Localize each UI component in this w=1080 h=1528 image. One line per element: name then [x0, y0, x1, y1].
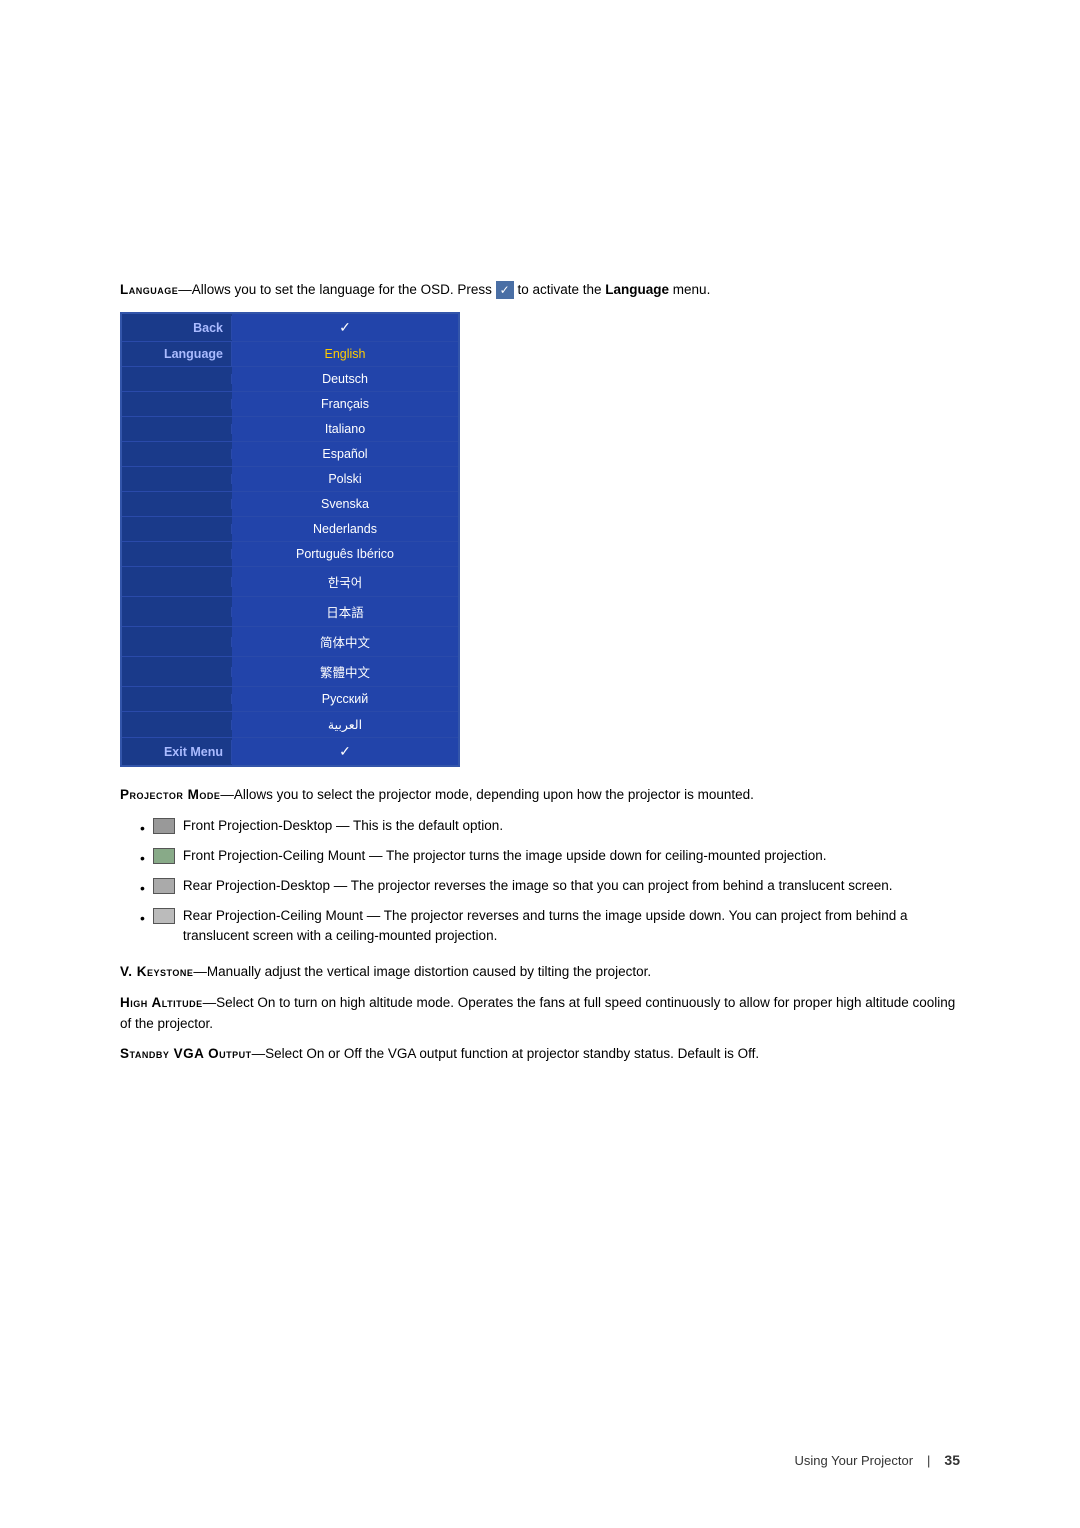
menu-language-korean: 한국어 — [232, 567, 458, 596]
menu-row-svenska[interactable]: Svenska — [122, 492, 458, 517]
language-intro-paragraph: Language—Allows you to set the language … — [120, 280, 960, 300]
bullet-text-3: Rear Projection-Desktop — The projector … — [183, 876, 893, 896]
projector-mode-bullets: • Front Projection-Desktop — This is the… — [140, 816, 960, 947]
menu-language-empty-9 — [122, 577, 232, 587]
menu-row-nederlands[interactable]: Nederlands — [122, 517, 458, 542]
menu-row-russian[interactable]: Русский — [122, 687, 458, 712]
menu-language-empty-10 — [122, 607, 232, 617]
menu-language-arabic: العربية — [232, 712, 458, 737]
high-altitude-section: High Altitude—Select On to turn on high … — [120, 993, 960, 1035]
bullet-dot-2: • — [140, 848, 145, 869]
menu-language-empty-7 — [122, 524, 232, 534]
menu-row-espanol[interactable]: Español — [122, 442, 458, 467]
menu-back-label: Back — [122, 316, 232, 340]
v-keystone-description: —Manually adjust the vertical image dist… — [193, 964, 651, 979]
menu-language-english: English — [232, 342, 458, 366]
bullet-text-1: Front Projection-Desktop — This is the d… — [183, 816, 503, 836]
menu-language-francais: Français — [232, 392, 458, 416]
menu-row-korean[interactable]: 한국어 — [122, 567, 458, 597]
menu-language-italiano: Italiano — [232, 417, 458, 441]
menu-language-simplified-chinese: 简体中文 — [232, 627, 458, 656]
language-intro-text2: to activate the Language menu. — [517, 282, 710, 297]
menu-language-empty-1 — [122, 374, 232, 384]
menu-language-empty-8 — [122, 549, 232, 559]
standby-vga-description: —Select On or Off the VGA output functio… — [252, 1046, 760, 1061]
menu-language-empty-6 — [122, 499, 232, 509]
menu-language-polski: Polski — [232, 467, 458, 491]
language-link-bold: Language — [605, 282, 669, 297]
front-desk-icon — [153, 818, 175, 834]
menu-row-traditional-chinese[interactable]: 繁體中文 — [122, 657, 458, 687]
menu-language-empty-3 — [122, 424, 232, 434]
high-altitude-label: High Altitude — [120, 995, 203, 1010]
list-item: • Rear Projection-Desktop — The projecto… — [140, 876, 960, 899]
standby-vga-section: Standby VGA Output—Select On or Off the … — [120, 1044, 960, 1065]
footer-separator: | — [927, 1453, 930, 1468]
menu-row-japanese[interactable]: 日本語 — [122, 597, 458, 627]
menu-exit-value: ✓ — [232, 738, 458, 765]
menu-row-exit[interactable]: Exit Menu ✓ — [122, 738, 458, 765]
high-altitude-description: —Select On to turn on high altitude mode… — [120, 995, 955, 1031]
menu-language-traditional-chinese: 繁體中文 — [232, 657, 458, 686]
menu-language-portugues: Português Ibérico — [232, 542, 458, 566]
menu-language-empty-2 — [122, 399, 232, 409]
menu-language-nederlands: Nederlands — [232, 517, 458, 541]
projector-mode-label: Projector Mode — [120, 787, 220, 802]
menu-language-label: Language — [122, 342, 232, 366]
bullet-text-4: Rear Projection-Ceiling Mount — The proj… — [183, 906, 960, 947]
projector-mode-description: —Allows you to select the projector mode… — [220, 787, 754, 802]
menu-row-back[interactable]: Back ✓ — [122, 314, 458, 342]
standby-vga-label: Standby VGA Output — [120, 1046, 252, 1061]
menu-language-deutsch: Deutsch — [232, 367, 458, 391]
menu-row-simplified-chinese[interactable]: 简体中文 — [122, 627, 458, 657]
footer-page-number: 35 — [944, 1452, 960, 1468]
bullet-dot-4: • — [140, 908, 145, 929]
menu-row-portugues[interactable]: Português Ibérico — [122, 542, 458, 567]
menu-language-svenska: Svenska — [232, 492, 458, 516]
footer: Using Your Projector | 35 — [795, 1452, 960, 1468]
v-keystone-label: V. Keystone — [120, 964, 193, 979]
menu-exit-label: Exit Menu — [122, 740, 232, 764]
menu-row-francais[interactable]: Français — [122, 392, 458, 417]
menu-language-empty-14 — [122, 720, 232, 730]
menu-language-empty-11 — [122, 637, 232, 647]
menu-row-polski[interactable]: Polski — [122, 467, 458, 492]
osd-language-menu: Back ✓ Language English Deutsch Français… — [120, 312, 460, 767]
rear-desk-icon — [153, 878, 175, 894]
menu-row-language-english[interactable]: Language English — [122, 342, 458, 367]
rear-ceil-icon — [153, 908, 175, 924]
list-item: • Rear Projection-Ceiling Mount — The pr… — [140, 906, 960, 947]
front-ceil-icon — [153, 848, 175, 864]
page-container: Language—Allows you to set the language … — [0, 0, 1080, 1528]
menu-language-russian: Русский — [232, 687, 458, 711]
projector-mode-section: Projector Mode—Allows you to select the … — [120, 785, 960, 806]
menu-back-value: ✓ — [232, 314, 458, 341]
menu-row-arabic[interactable]: العربية — [122, 712, 458, 738]
menu-row-deutsch[interactable]: Deutsch — [122, 367, 458, 392]
list-item: • Front Projection-Ceiling Mount — The p… — [140, 846, 960, 869]
bullet-dot-3: • — [140, 878, 145, 899]
language-label-bold: Language — [120, 282, 178, 297]
menu-language-empty-5 — [122, 474, 232, 484]
bullet-dot-1: • — [140, 818, 145, 839]
menu-row-italiano[interactable]: Italiano — [122, 417, 458, 442]
list-item: • Front Projection-Desktop — This is the… — [140, 816, 960, 839]
checkmark-button-icon: ✓ — [496, 281, 514, 299]
menu-language-espanol: Español — [232, 442, 458, 466]
menu-language-empty-13 — [122, 694, 232, 704]
footer-section-label: Using Your Projector — [795, 1453, 914, 1468]
bullet-text-2: Front Projection-Ceiling Mount — The pro… — [183, 846, 827, 866]
menu-language-japanese: 日本語 — [232, 597, 458, 626]
menu-language-empty-12 — [122, 667, 232, 677]
top-space — [120, 80, 960, 280]
v-keystone-section: V. Keystone—Manually adjust the vertical… — [120, 962, 960, 983]
language-intro-text1: —Allows you to set the language for the … — [178, 282, 492, 297]
menu-language-empty-4 — [122, 449, 232, 459]
